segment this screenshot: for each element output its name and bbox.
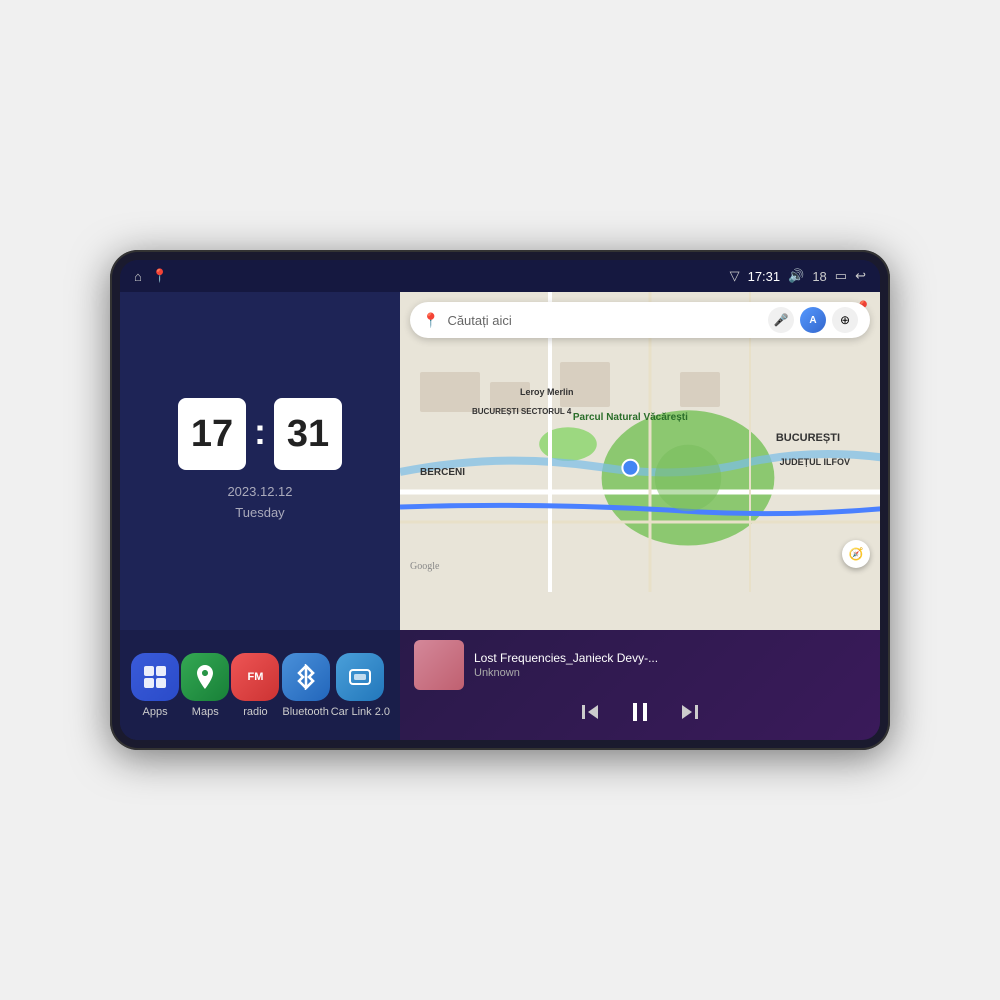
clock-display: 17 : 31 [178, 398, 342, 470]
play-pause-button[interactable] [628, 700, 652, 724]
status-left: ⌂ 📍 [134, 268, 168, 284]
map-background: TRAPEZULUI BUCUREȘTI JUDEȚUL ILFOV BERCE… [400, 292, 880, 630]
app-item-carlink[interactable]: Car Link 2.0 [331, 653, 390, 718]
battery-icon: ▭ [835, 268, 847, 284]
app-dock: Apps Maps FM radi [120, 630, 400, 740]
app-label-maps: Maps [192, 706, 219, 718]
map-area[interactable]: TRAPEZULUI BUCUREȘTI JUDEȚUL ILFOV BERCE… [400, 292, 880, 630]
clock-minutes: 31 [274, 398, 342, 470]
music-title: Lost Frequencies_Janieck Devy-... [474, 651, 866, 665]
home-icon[interactable]: ⌂ [134, 269, 142, 284]
clock-hours: 17 [178, 398, 246, 470]
app-item-maps[interactable]: Maps [180, 653, 230, 718]
back-icon[interactable]: ↩ [855, 268, 866, 284]
status-time: 17:31 [748, 269, 781, 284]
clock-widget: 17 : 31 2023.12.12 Tuesday [120, 292, 400, 630]
status-bar: ⌂ 📍 ▽ 17:31 🔊 18 ▭ ↩ [120, 260, 880, 292]
music-player: Lost Frequencies_Janieck Devy-... Unknow… [400, 630, 880, 740]
map-label-park: Parcul Natural Văcărești [573, 412, 688, 423]
map-compass[interactable]: 🧭 [842, 540, 870, 568]
mic-button[interactable]: 🎤 [768, 307, 794, 333]
signal-icon: ▽ [730, 268, 740, 284]
prev-button[interactable] [580, 702, 600, 722]
maps-pin-icon: 📍 [422, 312, 439, 329]
status-right: ▽ 17:31 🔊 18 ▭ ↩ [730, 268, 866, 284]
location-icon[interactable]: 📍 [152, 268, 168, 284]
clock-date: 2023.12.12 Tuesday [227, 482, 292, 524]
map-label-bucuresti: BUCUREȘTI [776, 432, 840, 444]
right-panel: TRAPEZULUI BUCUREȘTI JUDEȚUL ILFOV BERCE… [400, 292, 880, 740]
music-artist: Unknown [474, 667, 866, 679]
map-label-berceni: BERCENI [420, 467, 465, 478]
carlink-icon [336, 653, 384, 701]
volume-icon[interactable]: 🔊 [788, 268, 804, 284]
device-screen: ⌂ 📍 ▽ 17:31 🔊 18 ▭ ↩ 17 : [120, 260, 880, 740]
bluetooth-icon [282, 653, 330, 701]
music-text: Lost Frequencies_Janieck Devy-... Unknow… [474, 651, 866, 679]
map-label-sectorul: BUCUREȘTI SECTORUL 4 [472, 407, 571, 416]
left-panel: 17 : 31 2023.12.12 Tuesday [120, 292, 400, 740]
account-button[interactable]: A [800, 307, 826, 333]
maps-icon [181, 653, 229, 701]
google-logo: Google [410, 561, 439, 572]
app-label-bluetooth: Bluetooth [282, 706, 328, 718]
apps-icon [131, 653, 179, 701]
map-label-leroy: Leroy Merlin [520, 387, 574, 397]
map-label-ilfov: JUDEȚUL ILFOV [780, 457, 850, 467]
layers-button[interactable]: ⊕ [832, 307, 858, 333]
app-label-apps: Apps [143, 706, 168, 718]
main-content: 17 : 31 2023.12.12 Tuesday [120, 292, 880, 740]
map-search-actions: 🎤 A ⊕ [768, 307, 858, 333]
volume-level: 18 [812, 269, 826, 284]
map-search-placeholder: Căutați aici [447, 313, 760, 328]
map-search-bar[interactable]: 📍 Căutați aici 🎤 A ⊕ [410, 302, 870, 338]
music-info: Lost Frequencies_Janieck Devy-... Unknow… [414, 640, 866, 690]
app-item-radio[interactable]: FM radio [230, 653, 280, 718]
app-label-radio: radio [243, 706, 267, 718]
device-outer: ⌂ 📍 ▽ 17:31 🔊 18 ▭ ↩ 17 : [110, 250, 890, 750]
radio-icon: FM [231, 653, 279, 701]
album-art-image [414, 640, 464, 690]
clock-colon: : [254, 411, 266, 453]
music-controls [414, 700, 866, 724]
app-item-apps[interactable]: Apps [130, 653, 180, 718]
app-item-bluetooth[interactable]: Bluetooth [281, 653, 331, 718]
next-button[interactable] [680, 702, 700, 722]
app-label-carlink: Car Link 2.0 [331, 706, 390, 718]
album-art [414, 640, 464, 690]
